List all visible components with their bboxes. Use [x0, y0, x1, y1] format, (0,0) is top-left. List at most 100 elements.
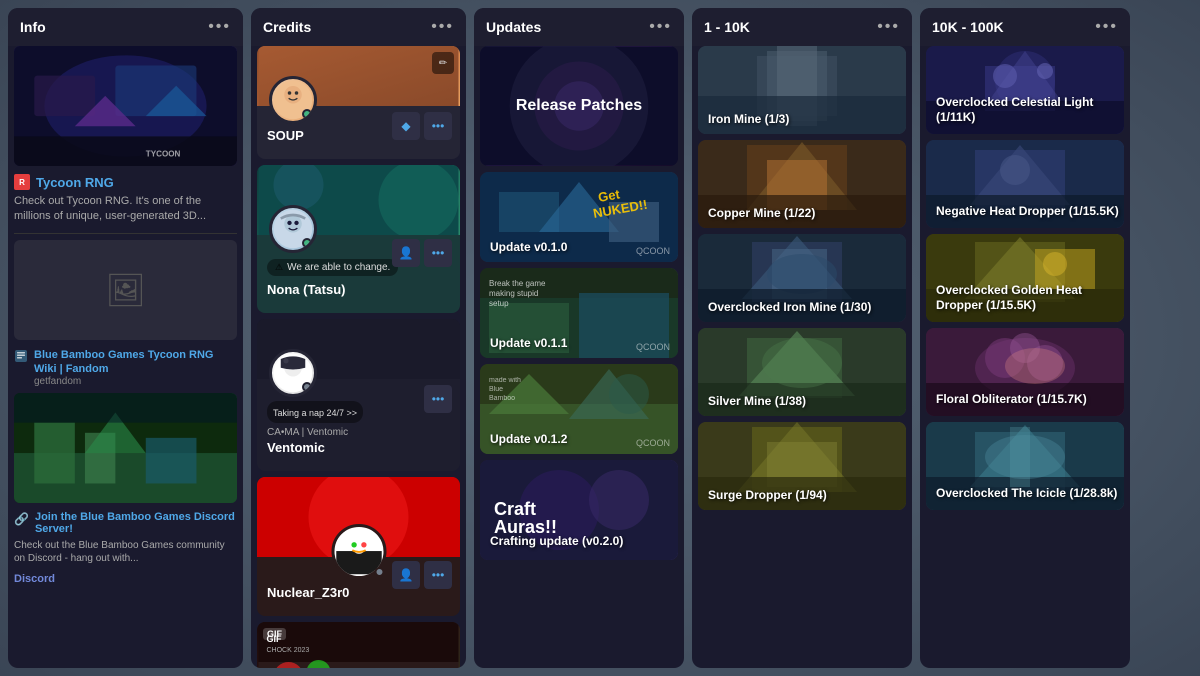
game-brand: R Tycoon RNG — [14, 174, 237, 190]
updates-column: Updates ••• Release Patches — [474, 8, 684, 668]
item-card-celestial[interactable]: Overclocked Celestial Light (1/11K) — [926, 46, 1124, 134]
update-craft-label: Crafting update (v0.2.0) — [490, 534, 623, 548]
copper-mine-label: Copper Mine (1/22) — [708, 206, 815, 220]
world-image-inner — [14, 393, 237, 503]
credits-content: ✏ ◆ ••• SOUP — [251, 46, 466, 668]
10k-100k-column-header: 10K - 100K ••• — [920, 8, 1130, 46]
update-card-010[interactable]: Get NUKED!! Update v0.1.0 QCOON — [480, 172, 678, 262]
placeholder-image: 🖼 — [14, 240, 237, 340]
world-image-svg — [14, 393, 237, 503]
update-012-watermark: QCOON — [636, 438, 670, 448]
nuclear-status-dot — [374, 567, 384, 577]
mine-card-silver[interactable]: Silver Mine (1/38) — [698, 328, 906, 416]
mine-card-iron-oc[interactable]: Overclocked Iron Mine (1/30) — [698, 234, 906, 322]
1-10k-column-header: 1 - 10K ••• — [692, 8, 912, 46]
nona-avatar-wrap — [269, 205, 317, 253]
10k-100k-menu-button[interactable]: ••• — [1095, 18, 1118, 36]
updates-column-header: Updates ••• — [474, 8, 684, 46]
info-column-header: Info ••• — [8, 8, 243, 46]
wiki-link[interactable]: Blue Bamboo Games Tycoon RNG Wiki | Fand… — [14, 348, 237, 388]
nuclear-avatar-wrap — [331, 524, 386, 579]
discord-link[interactable]: 🔗 Join the Blue Bamboo Games Discord Ser… — [14, 511, 237, 535]
discord-icon: 🔗 — [14, 512, 29, 526]
mine-card-copper[interactable]: Copper Mine (1/22) — [698, 140, 906, 228]
soup-message-button[interactable]: ◆ — [392, 112, 420, 140]
credit-card-gif: GIF CHOCK 2023 GIF 👤 ••• GIF — [257, 622, 460, 668]
ventomic-banner — [257, 319, 460, 379]
update-011-watermark: QCOON — [636, 342, 670, 352]
credit-card-soup: ✏ ◆ ••• SOUP — [257, 46, 460, 159]
update-010-watermark: QCOON — [636, 246, 670, 256]
item-card-heat-dropper[interactable]: Negative Heat Dropper (1/15.5K) — [926, 140, 1124, 228]
soup-avatar-wrap — [269, 76, 317, 124]
svg-text:Craft: Craft — [494, 499, 536, 519]
update-card-012[interactable]: made with Blue Bamboo Update v0.1.2 QCOO… — [480, 364, 678, 454]
item-card-icicle[interactable]: Overclocked The Icicle (1/28.8k) — [926, 422, 1124, 510]
ventomic-avatar-wrap — [269, 349, 317, 397]
svg-text:CHOCK 2023: CHOCK 2023 — [267, 647, 310, 654]
soup-actions: ◆ ••• — [392, 112, 452, 140]
nona-more-button[interactable]: ••• — [424, 239, 452, 267]
update-card-craft[interactable]: Craft Auras!! Crafting update (v0.2.0) — [480, 460, 678, 560]
gif-banner-bg: GIF CHOCK 2023 — [257, 622, 460, 668]
ventomic-avatar — [269, 349, 317, 397]
soup-avatar — [269, 76, 317, 124]
discord-content: Join the Blue Bamboo Games Discord Serve… — [35, 511, 237, 535]
credit-card-nuclear: 👤 ••• Nuclear_Z3r0 — [257, 477, 460, 616]
ventomic-more-button[interactable]: ••• — [424, 385, 452, 413]
nona-status-icon: ⚠ — [275, 262, 283, 273]
credits-column-header: Credits ••• — [251, 8, 466, 46]
10k-100k-title: 10K - 100K — [932, 19, 1004, 35]
floral-label: Floral Obliterator (1/15.7K) — [936, 392, 1087, 408]
credits-title: Credits — [263, 19, 311, 35]
svg-text:TYCOON: TYCOON — [146, 150, 181, 159]
ventomic-status: Taking a nap 24/7 >> — [267, 401, 363, 423]
soup-online-dot — [302, 109, 312, 119]
discord-description: Check out the Blue Bamboo Games communit… — [14, 539, 237, 565]
silver-mine-label: Silver Mine (1/38) — [708, 394, 806, 408]
nona-status-text: We are able to change. — [287, 262, 390, 273]
release-title: Release Patches — [516, 97, 642, 115]
nona-avatar — [269, 205, 317, 253]
update-card-release[interactable]: Release Patches — [480, 46, 678, 166]
info-column: Info ••• TYCOON R Tycoon — [8, 8, 243, 668]
gif-badge-wrap: GIF — [263, 628, 286, 640]
nona-name: Nona (Tatsu) — [267, 282, 450, 297]
info-menu-button[interactable]: ••• — [208, 18, 231, 36]
ventomic-sub-name: CA•MA | Ventomic — [267, 427, 450, 438]
item-card-floral[interactable]: Floral Obliterator (1/15.7K) — [926, 328, 1124, 416]
svg-text:Bamboo: Bamboo — [489, 395, 515, 402]
column-10k-100k: 10K - 100K ••• Overclocked Celestial Lig… — [920, 8, 1130, 668]
divider-1 — [14, 233, 237, 234]
credits-menu-button[interactable]: ••• — [431, 18, 454, 36]
game-description: Check out Tycoon RNG. It's one of the mi… — [14, 194, 237, 225]
svg-text:making stupid: making stupid — [489, 289, 538, 298]
update-card-011[interactable]: Break the game making stupid setup Updat… — [480, 268, 678, 358]
updates-menu-button[interactable]: ••• — [649, 18, 672, 36]
1-10k-menu-button[interactable]: ••• — [877, 18, 900, 36]
image-placeholder-icon: 🖼 — [105, 271, 146, 309]
nona-add-button[interactable]: 👤 — [392, 239, 420, 267]
mine-card-surge[interactable]: Surge Dropper (1/94) — [698, 422, 906, 510]
iron-oc-label: Overclocked Iron Mine (1/30) — [708, 300, 871, 314]
soup-edit-button[interactable]: ✏ — [432, 52, 454, 74]
mine-card-iron[interactable]: Iron Mine (1/3) — [698, 46, 906, 134]
soup-more-button[interactable]: ••• — [424, 112, 452, 140]
credit-card-nona: 👤 ••• ⚠ We are able to change. Nona (Tat… — [257, 165, 460, 313]
game-banner-inner: TYCOON — [14, 46, 237, 166]
soup-banner: ✏ — [257, 46, 460, 106]
nona-status: ⚠ We are able to change. — [267, 259, 398, 276]
wiki-link-url: getfandom — [34, 376, 237, 387]
wiki-link-title[interactable]: Blue Bamboo Games Tycoon RNG Wiki | Fand… — [34, 348, 237, 377]
item-card-golden[interactable]: Overclocked Golden Heat Dropper (1/15.5K… — [926, 234, 1124, 322]
nuclear-add-button[interactable]: 👤 — [392, 561, 420, 589]
10k-100k-content: Overclocked Celestial Light (1/11K) Nega… — [920, 46, 1130, 668]
discord-title[interactable]: Join the Blue Bamboo Games Discord Serve… — [35, 511, 237, 535]
game-title[interactable]: Tycoon RNG — [36, 175, 114, 190]
release-banner: Release Patches — [480, 46, 678, 166]
ventomic-status-text: Taking a nap 24/7 >> — [273, 408, 357, 418]
nuclear-more-button[interactable]: ••• — [424, 561, 452, 589]
gif-banner: GIF CHOCK 2023 GIF — [257, 622, 460, 668]
1-10k-title: 1 - 10K — [704, 19, 750, 35]
discord-badge: Discord — [14, 573, 55, 585]
